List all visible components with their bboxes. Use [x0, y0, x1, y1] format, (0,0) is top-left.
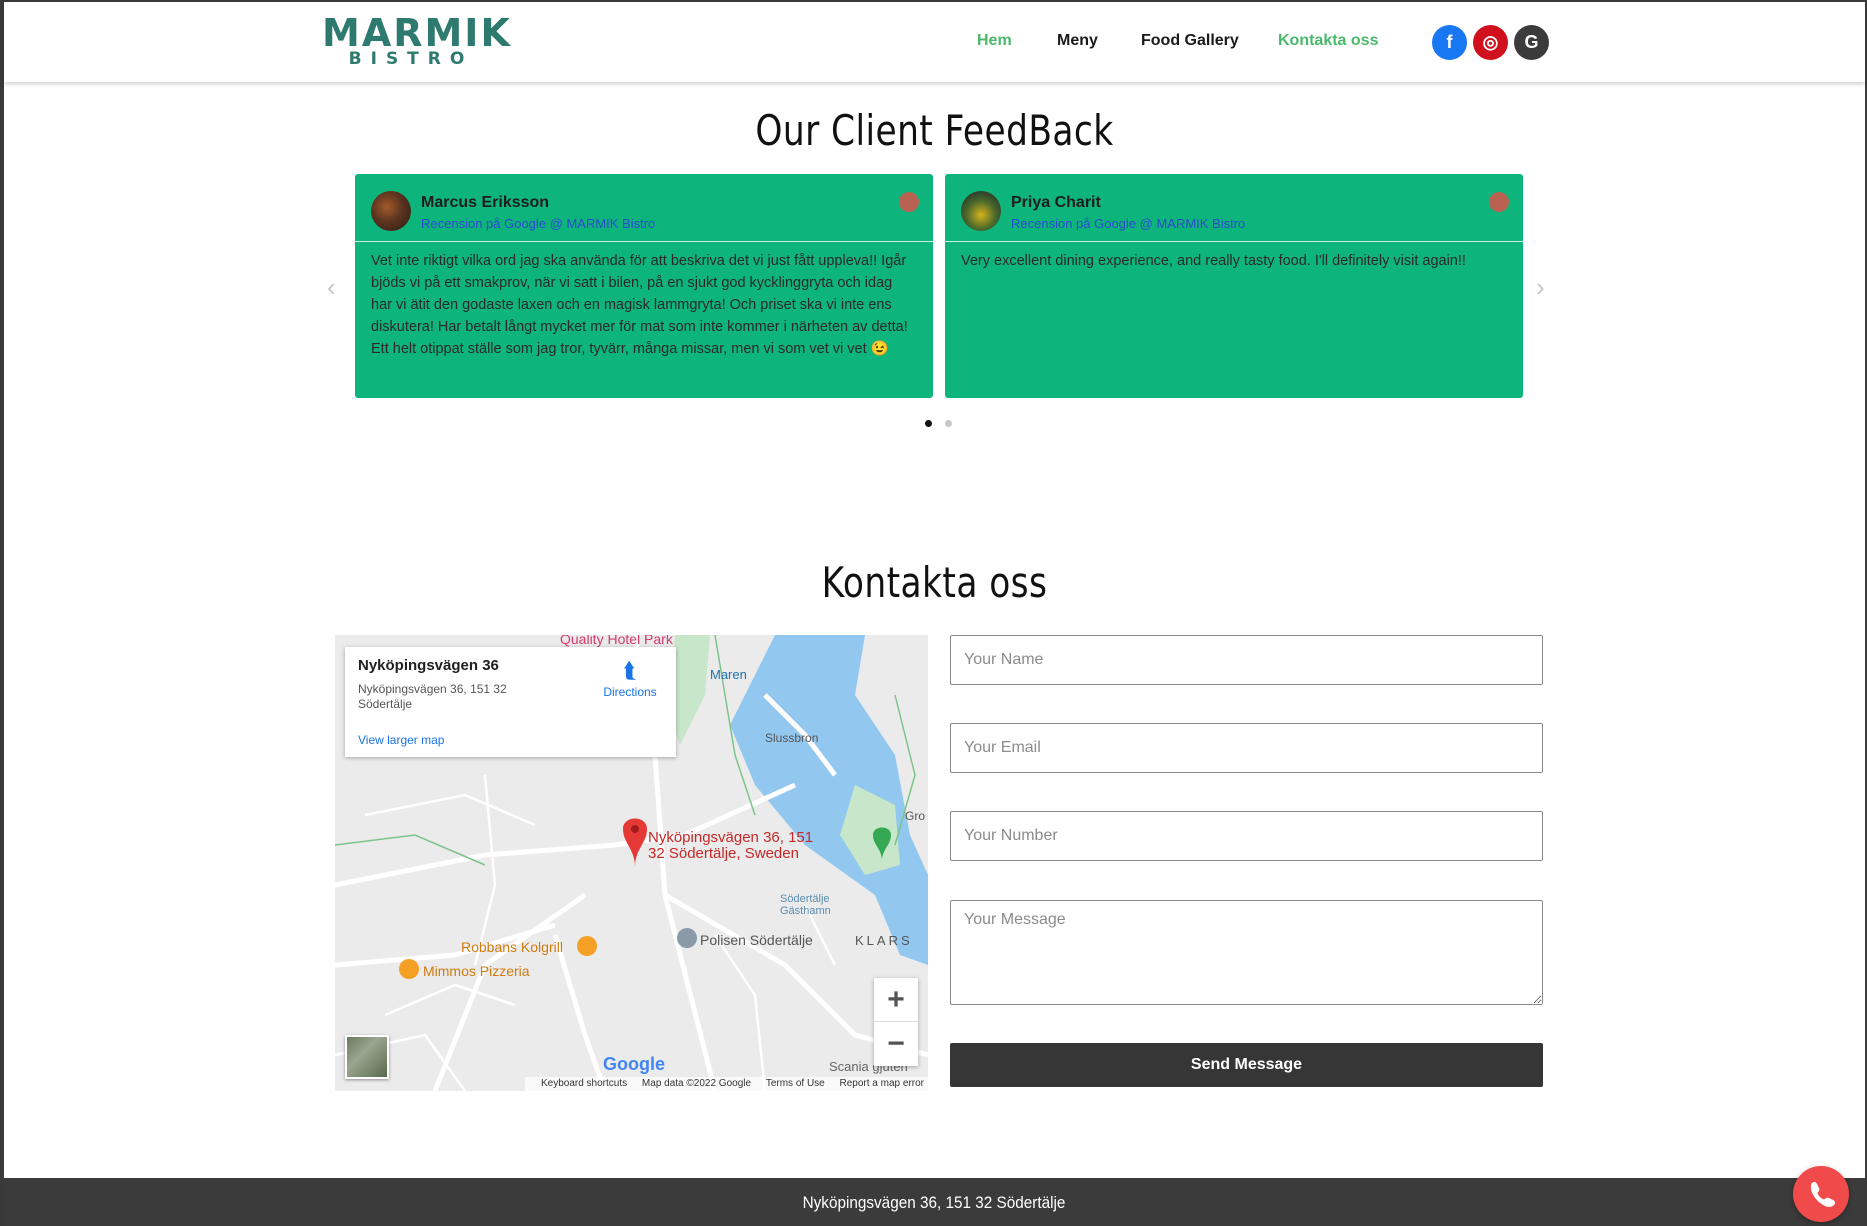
- carousel-dot-2[interactable]: [945, 420, 952, 427]
- satellite-toggle[interactable]: [345, 1035, 389, 1079]
- review-text: Vet inte riktigt vilka ord jag ska använ…: [371, 253, 908, 357]
- google-review-icon: [1489, 192, 1509, 212]
- map-label-polisen: Polisen Södertälje: [700, 932, 813, 948]
- report-map-error-link[interactable]: Report a map error: [840, 1078, 924, 1089]
- map-label-gasthamn: Södertälje Gästhamn: [780, 893, 831, 917]
- google-logo-text: Google: [603, 1054, 665, 1074]
- message-field[interactable]: [950, 900, 1543, 1005]
- review-source-link[interactable]: Recension på Google @ MARMIK Bistro: [1011, 216, 1245, 231]
- facebook-icon: f: [1432, 25, 1467, 60]
- footer-address: Nyköpingsvägen 36, 151 32 Södertälje: [803, 1193, 1066, 1212]
- map-label-maren: Maren: [710, 667, 747, 682]
- logo[interactable]: MARMIK BISTRO: [322, 11, 512, 68]
- feedback-title: Our Client FeedBack: [755, 106, 1114, 155]
- review-card: Priya Charit Recension på Google @ MARMI…: [945, 174, 1523, 398]
- map-label-robbans-kolgrill: Robbans Kolgrill: [461, 939, 563, 955]
- review-source-link[interactable]: Recension på Google @ MARMIK Bistro: [421, 216, 655, 231]
- reviewer-name: Marcus Eriksson: [421, 194, 550, 211]
- instagram-icon: ◎: [1473, 25, 1508, 60]
- carousel-dot-1[interactable]: [925, 420, 932, 427]
- google-link[interactable]: G: [1514, 25, 1549, 60]
- nav-item-kontakta-oss[interactable]: Kontakta oss: [1278, 32, 1378, 50]
- map-card-address: Nyköpingsvägen 36, 151 32 Södertälje: [358, 682, 507, 711]
- review-card: Marcus Eriksson Recension på Google @ MA…: [355, 174, 933, 398]
- map-label-grod: Gro: [905, 809, 926, 823]
- keyboard-shortcuts-link[interactable]: Keyboard shortcuts: [541, 1078, 627, 1089]
- zoom-out-button[interactable]: −: [874, 1022, 918, 1066]
- google-map-logo: Google: [603, 1054, 665, 1075]
- map-label-mimmos-pizzeria: Mimmos Pizzeria: [423, 963, 530, 979]
- map-zoom-control: + −: [874, 978, 918, 1066]
- number-field[interactable]: [950, 811, 1543, 861]
- map-label-quality-hotel: Quality Hotel Park: [560, 635, 673, 647]
- map-label-slussbron: Slussbron: [765, 731, 819, 745]
- carousel-next-arrow[interactable]: ›: [1536, 272, 1545, 303]
- terms-of-use-link[interactable]: Terms of Use: [766, 1078, 825, 1089]
- logo-line1: MARMIK: [322, 11, 512, 55]
- reviewer-name: Priya Charit: [1011, 194, 1101, 211]
- zoom-in-button[interactable]: +: [874, 978, 918, 1022]
- phone-icon: [1810, 1181, 1836, 1207]
- embedded-map[interactable]: Quality Hotel Park Maren Slussbron Gro N…: [335, 635, 928, 1091]
- view-larger-map-link[interactable]: View larger map: [358, 733, 444, 747]
- directions-label: Directions: [603, 685, 657, 699]
- name-field[interactable]: [950, 635, 1543, 685]
- contact-title: Kontakta oss: [821, 558, 1048, 607]
- carousel-prev-arrow[interactable]: ‹: [327, 272, 336, 303]
- map-pin-label: Nyköpingsvägen 36, 151 32 Södertälje, Sw…: [648, 829, 814, 862]
- nav-item-meny[interactable]: Meny: [1057, 32, 1098, 50]
- map-data-text: Map data ©2022 Google: [641, 1078, 752, 1089]
- map-label-klars: KLARS: [855, 933, 913, 948]
- directions-button[interactable]: ⮬ Directions: [595, 657, 665, 699]
- review-header: Priya Charit Recension på Google @ MARMI…: [945, 174, 1523, 242]
- review-text: Very excellent dining experience, and re…: [961, 253, 1466, 269]
- google-review-icon: [899, 192, 919, 212]
- review-header: Marcus Eriksson Recension på Google @ MA…: [355, 174, 933, 242]
- call-button[interactable]: [1793, 1166, 1849, 1222]
- map-info-card: Nyköpingsvägen 36 Nyköpingsvägen 36, 151…: [345, 647, 676, 757]
- send-message-button[interactable]: Send Message: [950, 1043, 1543, 1087]
- email-field[interactable]: [950, 723, 1543, 773]
- nav-item-hem[interactable]: Hem: [977, 32, 1012, 50]
- reviewer-avatar: [961, 191, 1001, 231]
- site-header: MARMIK BISTRO Hem Meny Food Gallery Kont…: [4, 2, 1865, 82]
- reviewer-avatar: [371, 191, 411, 231]
- google-icon: G: [1514, 25, 1549, 60]
- nav-item-food-gallery[interactable]: Food Gallery: [1141, 32, 1239, 50]
- instagram-link[interactable]: ◎: [1473, 25, 1508, 60]
- map-footer: Keyboard shortcuts Map data ©2022 Google…: [524, 1077, 928, 1091]
- directions-icon: ⮬: [623, 658, 637, 683]
- site-footer: Nyköpingsvägen 36, 151 32 Södertälje: [4, 1178, 1865, 1226]
- facebook-link[interactable]: f: [1432, 25, 1467, 60]
